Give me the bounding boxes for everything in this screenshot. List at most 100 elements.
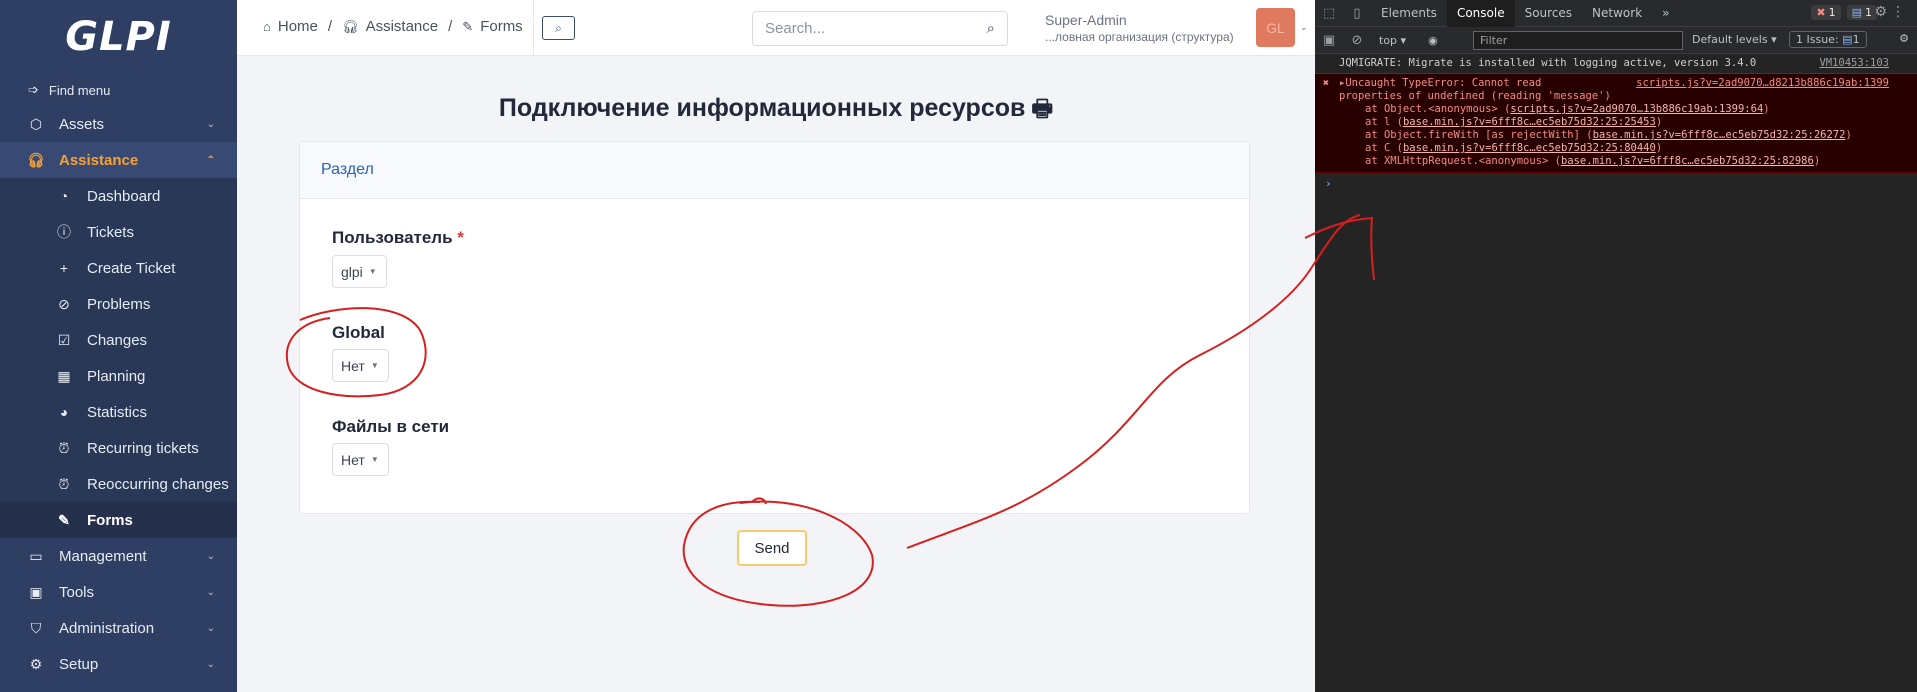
tab-console[interactable]: Console [1446,0,1515,27]
sidebar-item-reoccurring-changes[interactable]: ⏰︎ Reoccurring changes [0,466,237,502]
context-select[interactable]: top ▾ [1379,34,1406,47]
sidebar-item-changes[interactable]: ☑ Changes [0,322,237,358]
sidebar-item-assistance[interactable]: 🎧︎ Assistance ⌃ [0,142,237,178]
sidebar-item-tickets[interactable]: ⓘ Tickets [0,214,237,250]
assistance-submenu: ◔ Dashboard ⓘ Tickets + Create Ticket ⊘ … [0,178,237,538]
stack-prefix: at C ( [1365,142,1403,154]
breadcrumb-assistance[interactable]: Assistance [366,18,439,35]
find-menu-link[interactable]: ➩ Find menu [0,74,237,106]
device-toggle-icon[interactable]: ▯ [1343,0,1371,27]
sidebar-item-management[interactable]: ▭ Management ⌄ [0,538,237,574]
stack-frame: at XMLHttpRequest.<anonymous> (base.min.… [1339,155,1917,168]
sidebar-item-label: Assets [59,115,105,133]
sidebar-item-administration[interactable]: ⛉ Administration ⌄ [0,610,237,646]
stack-frame: at Object.<anonymous> (scripts.js?v=2ad9… [1339,103,1917,116]
stack-link[interactable]: base.min.js?v=6fff8c…ec5eb75d32:25:25453 [1403,116,1656,128]
sidebar-toggle-icon[interactable]: ▣ [1315,27,1343,54]
breadcrumb-separator: / [327,18,333,35]
avatar[interactable]: GL [1256,8,1295,47]
tab-elements[interactable]: Elements [1371,0,1447,27]
log-levels-select[interactable]: Default levels ▾ [1692,33,1777,46]
printer-icon[interactable]: 🖶 [1031,95,1053,121]
levels-value: Default levels [1692,33,1768,46]
sidebar-item-statistics[interactable]: ◕ Statistics [0,394,237,430]
glpi-logo[interactable]: GLPI [0,0,237,74]
stack-link[interactable]: base.min.js?v=6fff8c…ec5eb75d32:25:82986 [1561,155,1814,167]
sidebar-item-forms[interactable]: ✎ Forms [0,502,237,538]
error-text: Uncaught TypeError: Cannot read [1345,77,1542,89]
stack-suffix: ) [1763,103,1770,115]
breadcrumb-forms[interactable]: Forms [480,18,523,35]
settings-gear-icon[interactable]: ⚙ [1874,4,1887,20]
console-source-link[interactable]: scripts.js?v=2ad9070…d8213b886c19ab:1399 [1636,77,1889,90]
inspect-icon[interactable]: ⬚ [1315,0,1343,27]
stack-link[interactable]: base.min.js?v=6fff8c…ec5eb75d32:25:80440 [1403,142,1656,154]
wallet-icon: ▭ [29,547,43,564]
sidebar-item-dashboard[interactable]: ◔ Dashboard [0,178,237,214]
sidebar-item-problems[interactable]: ⊘ Problems [0,286,237,322]
error-text-cont: properties of undefined (reading 'messag… [1339,90,1611,102]
global-select[interactable]: Нет ▼ [332,349,389,382]
console-settings-icon[interactable]: ⚙ [1899,32,1909,45]
sidebar-item-label: Statistics [87,403,148,421]
sidebar-item-label: Dashboard [87,187,161,205]
error-icon: ✖ [1816,6,1826,19]
global-search-input[interactable]: Search... ⌕ [752,11,1008,46]
user-entity[interactable]: ...ловная организация (структура) [1045,30,1234,44]
stack-suffix: ) [1845,129,1852,141]
field-label-text: Пользователь [332,228,453,247]
console-message-text: JQMIGRATE: Migrate is installed with log… [1339,57,1757,69]
calendar-icon: ▦ [57,367,71,384]
field-label-global: Global [332,323,385,343]
sidebar-item-setup[interactable]: ⚙ Setup ⌄ [0,646,237,682]
console-filter-input[interactable]: Filter [1473,31,1683,50]
field-label-text: Global [332,323,385,342]
sidebar-item-recurring-tickets[interactable]: ⏰︎ Recurring tickets [0,430,237,466]
clear-console-icon[interactable]: ⊘ [1343,27,1371,54]
user-select[interactable]: glpi ▼ [332,255,387,288]
select-value: glpi [341,263,363,280]
filter-placeholder: Filter [1480,34,1508,47]
message-count-badge[interactable]: ▤ 1 [1846,5,1877,20]
stack-prefix: at XMLHttpRequest.<anonymous> ( [1365,155,1561,167]
issues-button[interactable]: 1 Issue: ▤1 [1789,31,1867,48]
sidebar-item-tools[interactable]: ▣ Tools ⌄ [0,574,237,610]
stack-link[interactable]: base.min.js?v=6fff8c…ec5eb75d32:25:26272 [1593,129,1846,141]
menu-search-button[interactable]: ⌕ [542,16,575,40]
console-source-link[interactable]: VM10453:103 [1819,57,1889,70]
kebab-menu-icon[interactable]: ⋮ [1891,4,1905,20]
sidebar-item-label: Administration [59,619,155,637]
alarm-icon: ⏰︎ [58,439,70,456]
devtools-tabbar: ⬚ ▯ Elements Console Sources Network » ✖… [1315,0,1917,27]
chevron-down-icon[interactable]: ⌄ [1300,22,1308,33]
stack-link[interactable]: scripts.js?v=2ad9070…13b886c19ab:1399:64 [1510,103,1763,115]
error-count-badge[interactable]: ✖ 1 [1811,5,1841,20]
message-icon: ▤ [1851,6,1862,19]
breadcrumb-home[interactable]: Home [278,18,318,35]
edit-icon: ✎ [462,18,474,34]
eye-icon[interactable]: ◉ [1428,34,1438,47]
sidebar-item-label: Planning [87,367,146,385]
tab-network[interactable]: Network [1582,0,1652,27]
user-name[interactable]: Super-Admin [1045,12,1127,28]
sidebar-item-assets[interactable]: ⬡ Assets ⌄ [0,106,237,142]
sidebar-item-label: Management [59,547,147,565]
console-prompt[interactable]: › [1315,173,1917,190]
info-circle-icon: ⓘ [57,224,71,240]
find-menu-label: Find menu [48,82,111,98]
tab-sources[interactable]: Sources [1515,0,1582,27]
briefcase-icon: ▣ [29,583,43,600]
more-tabs-button[interactable]: » [1652,0,1679,27]
pie-chart-icon: ◕ [59,404,69,420]
stack-frame: at Object.fireWith [as rejectWith] (base… [1339,129,1917,142]
stack-suffix: ) [1813,155,1821,167]
gear-icon: ⚙ [29,655,43,672]
chevron-down-icon: ⌄ [206,622,215,634]
field-label-text: Файлы в сети [332,417,450,436]
search-icon: ⌕ [555,20,562,35]
sidebar-item-create-ticket[interactable]: + Create Ticket [0,250,237,286]
send-button[interactable]: Send [737,530,807,566]
network-files-select[interactable]: Нет ▼ [332,443,389,476]
sidebar-item-planning[interactable]: ▦ Planning [0,358,237,394]
sidebar-item-label: Changes [87,331,148,349]
